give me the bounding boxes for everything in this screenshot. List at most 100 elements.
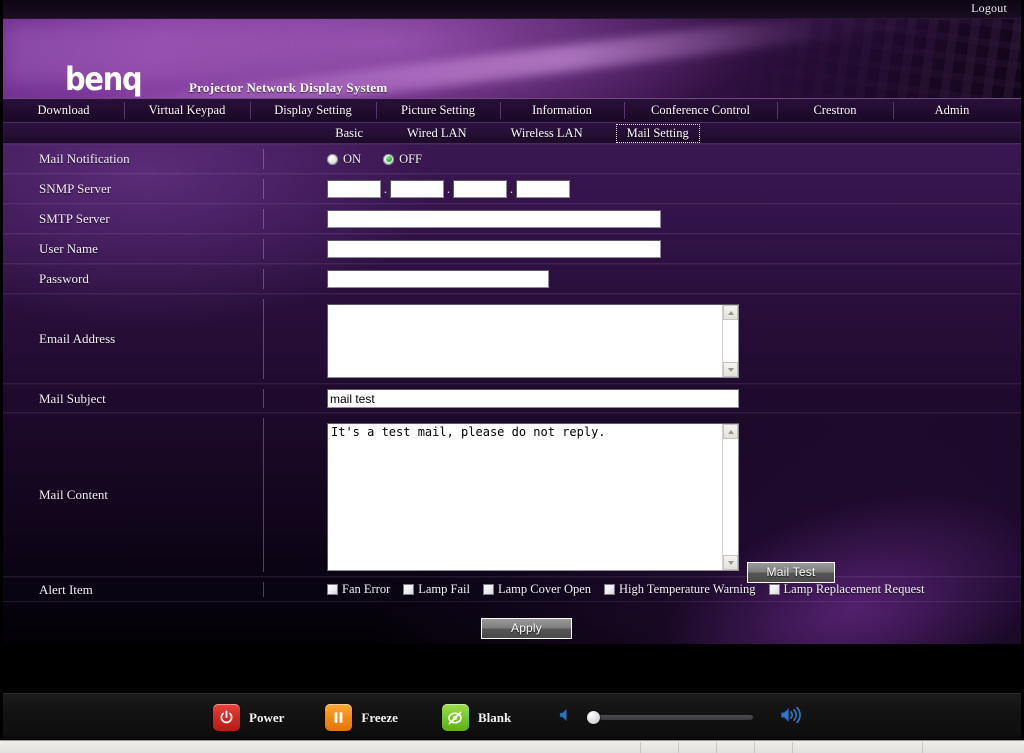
scroll-down-icon[interactable] xyxy=(723,555,738,570)
mail-subject-input[interactable] xyxy=(327,389,739,408)
nav-item-crestron[interactable]: Crestron xyxy=(777,99,893,122)
sub-navigation: Basic Wired LAN Wireless LAN Mail Setting xyxy=(3,123,1021,144)
snmp-octet-1[interactable] xyxy=(327,180,381,198)
nav-item-admin[interactable]: Admin xyxy=(893,99,1011,122)
column-divider xyxy=(263,149,264,169)
sub-nav-item-mail-setting[interactable]: Mail Setting xyxy=(615,123,700,143)
blank-icon xyxy=(441,704,469,731)
mail-content-textarea[interactable]: It's a test mail, please do not reply. xyxy=(327,423,739,571)
header-banner: BenQ Projector Network Display System xyxy=(3,19,1021,98)
row-email-address: Email Address xyxy=(3,294,1021,384)
nav-item-download[interactable]: Download xyxy=(3,99,124,122)
radio-mail-notification-on[interactable]: ON xyxy=(327,152,361,167)
sub-nav-item-basic[interactable]: Basic xyxy=(324,124,374,143)
field-user-name xyxy=(264,240,1021,258)
status-cell-zone xyxy=(792,741,922,753)
nav-item-picture-setting[interactable]: Picture Setting xyxy=(376,99,500,122)
browser-status-bar xyxy=(0,740,1024,753)
checkbox-label: Lamp Fail xyxy=(418,582,470,596)
ip-separator-1: . xyxy=(383,181,388,196)
column-divider xyxy=(263,582,264,597)
logout-link[interactable]: Logout xyxy=(971,1,1007,16)
benq-logo: BenQ xyxy=(65,63,143,95)
ip-separator-2: . xyxy=(446,181,451,196)
row-mail-subject: Mail Subject xyxy=(3,384,1021,413)
checkbox-high-temperature-warning[interactable]: High Temperature Warning xyxy=(604,582,756,597)
checkbox-fan-error[interactable]: Fan Error xyxy=(327,582,390,597)
sub-nav-item-wired-lan[interactable]: Wired LAN xyxy=(396,124,478,143)
radio-on-icon xyxy=(327,153,338,165)
status-cell-3 xyxy=(716,741,754,753)
power-control[interactable]: Power xyxy=(213,704,284,731)
column-divider xyxy=(263,299,264,379)
checkbox-label: Lamp Cover Open xyxy=(497,582,592,596)
nav-item-virtual-keypad[interactable]: Virtual Keypad xyxy=(124,99,250,122)
mail-content-text: It's a test mail, please do not reply. xyxy=(331,425,606,439)
nav-item-conference-control[interactable]: Conference Control xyxy=(624,99,777,122)
password-input[interactable] xyxy=(327,270,549,288)
user-name-input[interactable] xyxy=(327,240,661,258)
apply-button[interactable]: Apply xyxy=(481,618,572,639)
mail-content-scrollbar[interactable] xyxy=(722,424,738,570)
volume-slider-thumb[interactable] xyxy=(587,711,601,724)
checkbox-lamp-cover-open[interactable]: Lamp Cover Open xyxy=(482,582,592,597)
power-icon xyxy=(213,704,240,731)
nav-item-information[interactable]: Information xyxy=(500,99,624,122)
mail-setting-panel: Mail Notification ON OFF SNMP Server . .… xyxy=(3,144,1021,644)
checkbox-label: Lamp Replacement Request xyxy=(783,582,925,596)
checkbox-label: High Temperature Warning xyxy=(619,582,756,596)
snmp-octet-2[interactable] xyxy=(390,180,444,198)
row-user-name: User Name xyxy=(3,234,1021,264)
scroll-up-icon[interactable] xyxy=(723,305,738,320)
label-password: Password xyxy=(39,271,89,286)
scroll-down-icon[interactable] xyxy=(723,362,738,377)
label-mail-content: Mail Content xyxy=(39,487,108,502)
row-alert-item: Alert Item Fan Error Lamp Fail Lamp Cover … xyxy=(3,577,1021,602)
checkbox-lamp-replacement-request[interactable]: Lamp Replacement Request xyxy=(768,582,925,597)
sub-nav-item-wireless-lan[interactable]: Wireless LAN xyxy=(500,124,594,143)
label-mail-notification: Mail Notification xyxy=(39,151,130,166)
blank-label: Blank xyxy=(477,709,512,725)
snmp-octet-4[interactable] xyxy=(516,180,570,198)
banner-texture-decoration xyxy=(674,19,1021,98)
field-smtp-server xyxy=(264,210,1021,228)
checkbox-icon xyxy=(327,584,338,595)
snmp-octet-3[interactable] xyxy=(453,180,507,198)
top-logout-bar: Logout xyxy=(3,0,1021,19)
nav-item-display-setting[interactable]: Display Setting xyxy=(250,99,376,122)
status-cell-4 xyxy=(754,741,792,753)
blank-control[interactable]: Blank xyxy=(441,704,512,731)
volume-up-icon[interactable] xyxy=(779,704,803,731)
label-alert-item: Alert Item xyxy=(39,581,93,597)
status-cell-end xyxy=(922,741,1024,753)
smtp-server-input[interactable] xyxy=(327,210,661,228)
freeze-icon xyxy=(325,704,353,731)
status-cell-1 xyxy=(640,741,678,753)
column-divider xyxy=(263,418,264,572)
volume-down-icon[interactable] xyxy=(558,706,576,729)
benq-projector-web-ui: Logout BenQ Projector Network Display Sy… xyxy=(0,0,1024,753)
checkbox-icon xyxy=(768,584,780,595)
checkbox-icon xyxy=(604,584,616,595)
column-divider xyxy=(263,269,264,289)
power-label: Power xyxy=(249,709,285,725)
mail-test-button[interactable]: Mail Test xyxy=(747,562,835,583)
scroll-up-icon[interactable] xyxy=(723,424,738,439)
email-address-textarea[interactable] xyxy=(327,304,739,378)
row-snmp-server: SNMP Server . . . xyxy=(3,174,1021,204)
row-smtp-server: SMTP Server xyxy=(3,204,1021,234)
row-mail-notification: Mail Notification ON OFF xyxy=(3,144,1021,174)
label-snmp-server: SNMP Server xyxy=(39,181,112,196)
freeze-control[interactable]: Freeze xyxy=(325,704,398,731)
status-cell-message xyxy=(0,742,640,753)
field-email-address xyxy=(264,295,1021,383)
field-mail-content: It's a test mail, please do not reply. xyxy=(264,414,1021,576)
main-navigation: Download Virtual Keypad Display Setting Pic… xyxy=(3,98,1021,123)
email-address-scrollbar[interactable] xyxy=(722,305,738,377)
volume-slider[interactable] xyxy=(587,711,754,724)
checkbox-lamp-fail[interactable]: Lamp Fail xyxy=(403,582,470,597)
field-mail-notification: ON OFF xyxy=(264,152,1021,167)
radio-mail-notification-off[interactable]: OFF xyxy=(383,152,422,167)
banner-title: Projector Network Display System xyxy=(189,80,388,95)
field-password xyxy=(264,270,1021,288)
